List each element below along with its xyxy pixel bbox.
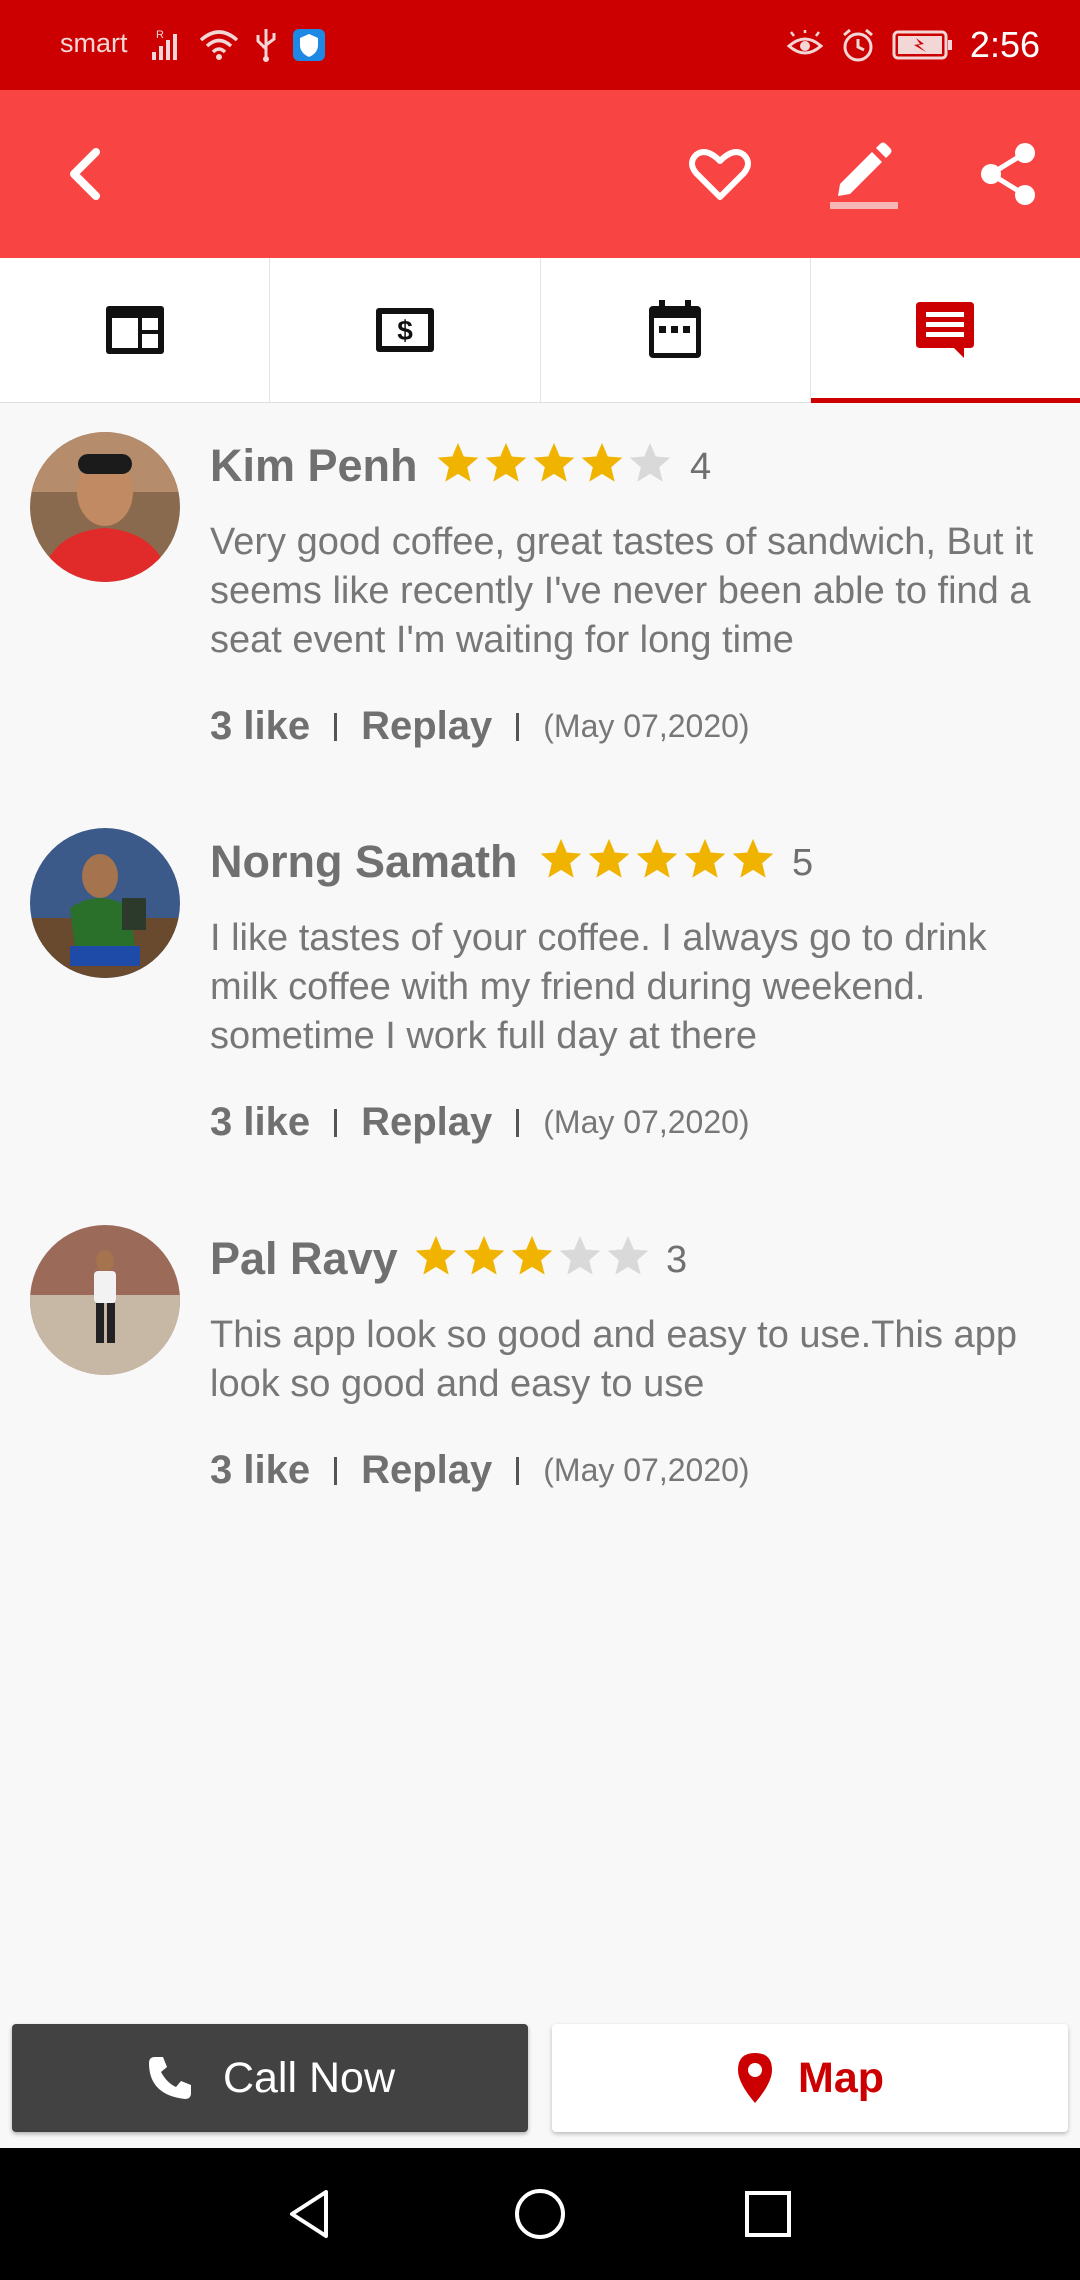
like-button[interactable]: 3 like bbox=[210, 1100, 310, 1145]
usb-icon bbox=[256, 29, 276, 62]
carrier-label: smart bbox=[60, 28, 128, 58]
divider bbox=[516, 1456, 520, 1485]
share-button[interactable] bbox=[968, 134, 1048, 214]
divider bbox=[334, 1456, 338, 1485]
avatar[interactable] bbox=[30, 432, 180, 582]
like-button[interactable]: 3 like bbox=[210, 704, 310, 749]
edit-button[interactable] bbox=[824, 134, 904, 214]
rating-number: 4 bbox=[690, 446, 712, 488]
like-button[interactable]: 3 like bbox=[210, 1448, 310, 1493]
app-bar bbox=[0, 90, 1080, 258]
reviewer-name: Pal Ravy bbox=[210, 1233, 398, 1284]
star-empty-icon bbox=[629, 442, 671, 482]
wifi-icon bbox=[199, 30, 239, 60]
shield-app-icon bbox=[293, 29, 325, 61]
web-layout-icon bbox=[105, 306, 164, 354]
star-filled-icon bbox=[588, 838, 630, 878]
status-icons-left: R bbox=[150, 22, 326, 68]
map-label: Map bbox=[798, 2053, 884, 2102]
avatar[interactable] bbox=[30, 1225, 180, 1375]
edit-pencil-icon bbox=[830, 142, 898, 209]
star-rating bbox=[413, 1233, 651, 1279]
star-filled-icon bbox=[415, 1235, 457, 1275]
review-text: I like tastes of your coffee. I always g… bbox=[210, 917, 987, 1057]
back-arrow-icon bbox=[70, 148, 100, 200]
review-date: (May 07,2020) bbox=[543, 708, 750, 744]
map-pin-icon bbox=[738, 2053, 772, 2103]
star-filled-icon bbox=[485, 442, 527, 482]
nav-recents-icon[interactable] bbox=[738, 2184, 798, 2244]
review-text: This app look so good and easy to use.Th… bbox=[210, 1314, 1017, 1405]
star-empty-icon bbox=[607, 1235, 649, 1275]
reply-button[interactable]: Replay bbox=[361, 1100, 492, 1145]
calendar-icon bbox=[649, 300, 702, 358]
phone-icon bbox=[148, 2057, 191, 2099]
svg-text:R: R bbox=[156, 29, 164, 41]
reviewer-name: Kim Penh bbox=[210, 440, 418, 491]
review-actions: 3 like Replay (May 07,2020) bbox=[210, 1100, 750, 1145]
reply-button[interactable]: Replay bbox=[361, 1448, 492, 1493]
review-actions: 3 like Replay (May 07,2020) bbox=[210, 704, 750, 749]
status-icons-right: 2:56 bbox=[786, 20, 1040, 70]
status-bar: smart R 2:56 bbox=[0, 0, 1080, 90]
tab-price[interactable]: $ bbox=[270, 258, 541, 402]
star-filled-icon bbox=[511, 1235, 553, 1275]
star-rating bbox=[538, 836, 776, 882]
star-filled-icon bbox=[684, 838, 726, 878]
star-filled-icon bbox=[636, 838, 678, 878]
svg-text:$: $ bbox=[397, 315, 413, 346]
divider bbox=[334, 1108, 338, 1137]
map-button[interactable]: Map bbox=[552, 2024, 1068, 2132]
nav-home-icon[interactable] bbox=[510, 2184, 570, 2244]
review-date: (May 07,2020) bbox=[543, 1452, 750, 1488]
star-filled-icon bbox=[540, 838, 582, 878]
divider bbox=[516, 1108, 520, 1137]
review-text: Very good coffee, great tastes of sandwi… bbox=[210, 521, 1034, 661]
star-filled-icon bbox=[463, 1235, 505, 1275]
battery-charging-icon bbox=[892, 30, 952, 60]
share-icon bbox=[981, 143, 1035, 205]
comment-icon bbox=[916, 302, 975, 358]
star-filled-icon bbox=[732, 838, 774, 878]
back-button[interactable] bbox=[44, 134, 124, 214]
signal-icon: R bbox=[152, 29, 177, 60]
clock: 2:56 bbox=[969, 24, 1040, 65]
tab-calendar[interactable] bbox=[541, 258, 811, 402]
favorite-button[interactable] bbox=[680, 134, 760, 214]
divider bbox=[334, 712, 338, 741]
rating-number: 5 bbox=[792, 842, 814, 884]
tab-overview[interactable] bbox=[0, 258, 271, 402]
rating-number: 3 bbox=[666, 1239, 688, 1281]
reply-button[interactable]: Replay bbox=[361, 704, 492, 749]
call-now-label: Call Now bbox=[222, 2053, 396, 2102]
review-date: (May 07,2020) bbox=[543, 1104, 750, 1140]
star-empty-icon bbox=[559, 1235, 601, 1275]
avatar[interactable] bbox=[30, 828, 180, 978]
eye-comfort-icon bbox=[786, 30, 824, 55]
nav-back-icon[interactable] bbox=[280, 2184, 340, 2244]
reviewer-name: Norng Samath bbox=[210, 836, 518, 887]
price-tag-icon: $ bbox=[375, 308, 434, 352]
alarm-icon bbox=[842, 28, 873, 62]
star-rating bbox=[435, 440, 673, 486]
tab-bar: $ bbox=[0, 258, 1080, 403]
star-filled-icon bbox=[533, 442, 575, 482]
heart-icon bbox=[689, 149, 751, 200]
tab-reviews[interactable] bbox=[810, 258, 1080, 403]
review-actions: 3 like Replay (May 07,2020) bbox=[210, 1448, 750, 1493]
system-nav-bar bbox=[0, 2148, 1080, 2280]
star-filled-icon bbox=[437, 442, 479, 482]
divider bbox=[516, 712, 520, 741]
call-now-button[interactable]: Call Now bbox=[12, 2024, 528, 2132]
star-filled-icon bbox=[581, 442, 623, 482]
